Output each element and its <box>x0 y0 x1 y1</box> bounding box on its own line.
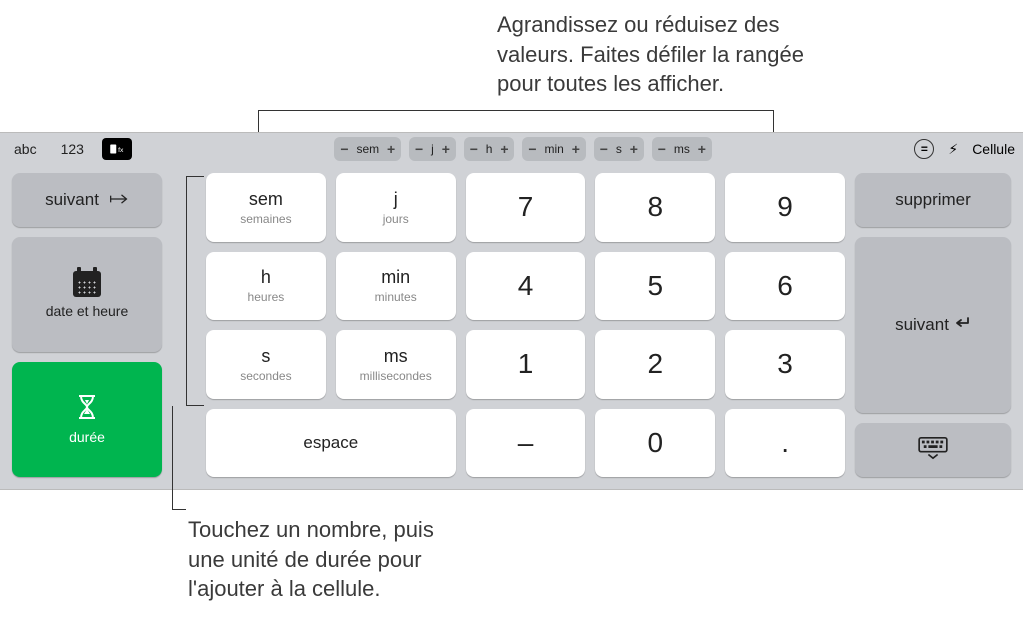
unit-s[interactable]: ssecondes <box>206 330 326 399</box>
numpad-dot[interactable]: . <box>725 409 845 478</box>
callout-bottom: Touchez un nombre, puis une unité de dur… <box>188 515 434 604</box>
stepper-h[interactable]: −h+ <box>464 137 515 161</box>
unit-h[interactable]: hheures <box>206 252 326 321</box>
date-time-label: date et heure <box>46 303 129 319</box>
equals-icon[interactable]: = <box>914 139 934 159</box>
svg-text:fx: fx <box>118 147 124 154</box>
numpad-8[interactable]: 8 <box>595 173 715 242</box>
numpad-9[interactable]: 9 <box>725 173 845 242</box>
cellule-label[interactable]: Cellule <box>972 141 1015 157</box>
numpad-1[interactable]: 1 <box>466 330 586 399</box>
keyboard-icon <box>917 436 949 465</box>
callout-top: Agrandissez ou réduisez des valeurs. Fai… <box>497 10 804 99</box>
callout-tick-bottom <box>172 406 186 510</box>
return-icon <box>949 315 971 335</box>
next-button[interactable]: suivant <box>12 173 162 227</box>
dismiss-keyboard-button[interactable] <box>855 423 1011 477</box>
hourglass-icon <box>76 394 98 423</box>
callout-bracket-top <box>258 110 774 132</box>
unit-j[interactable]: jjours <box>336 173 456 242</box>
numpad-6[interactable]: 6 <box>725 252 845 321</box>
date-time-mode[interactable]: date et heure <box>12 237 162 352</box>
numpad-3[interactable]: 3 <box>725 330 845 399</box>
stepper-s[interactable]: −s+ <box>594 137 644 161</box>
mode-123[interactable]: 123 <box>55 139 90 159</box>
calendar-icon <box>73 271 101 297</box>
space-key[interactable]: espace <box>206 409 456 478</box>
bolt-icon: ⚡︎ <box>948 141 958 158</box>
unit-min[interactable]: minminutes <box>336 252 456 321</box>
return-next-label: suivant <box>895 315 949 335</box>
numpad-5[interactable]: 5 <box>595 252 715 321</box>
unit-ms[interactable]: msmillisecondes <box>336 330 456 399</box>
numpad-7[interactable]: 7 <box>466 173 586 242</box>
return-next-button[interactable]: suivant <box>855 237 1011 413</box>
stepper-row[interactable]: −sem+ −j+ −h+ −min+ −s+ −ms+ <box>222 137 824 161</box>
keyboard-topbar: abc 123 fx −sem+ −j+ −h+ −min+ −s+ −ms+ … <box>0 133 1023 165</box>
duration-keyboard: abc 123 fx −sem+ −j+ −h+ −min+ −s+ −ms+ … <box>0 132 1023 490</box>
stepper-j[interactable]: −j+ <box>409 137 456 161</box>
numpad-0[interactable]: 0 <box>595 409 715 478</box>
duration-label: durée <box>69 429 105 445</box>
unit-sem[interactable]: semsemaines <box>206 173 326 242</box>
duration-mode[interactable]: durée <box>12 362 162 477</box>
arrow-right-icon <box>105 190 129 210</box>
delete-button[interactable]: supprimer <box>855 173 1011 227</box>
stepper-sem[interactable]: −sem+ <box>334 137 401 161</box>
numpad-minus[interactable]: – <box>466 409 586 478</box>
numpad-4[interactable]: 4 <box>466 252 586 321</box>
numpad-2[interactable]: 2 <box>595 330 715 399</box>
mode-abc[interactable]: abc <box>8 139 43 159</box>
callout-bracket-left <box>186 176 204 406</box>
stepper-min[interactable]: −min+ <box>522 137 585 161</box>
stepper-ms[interactable]: −ms+ <box>652 137 712 161</box>
formula-mode-icon[interactable]: fx <box>102 138 132 160</box>
next-label: suivant <box>45 190 99 210</box>
